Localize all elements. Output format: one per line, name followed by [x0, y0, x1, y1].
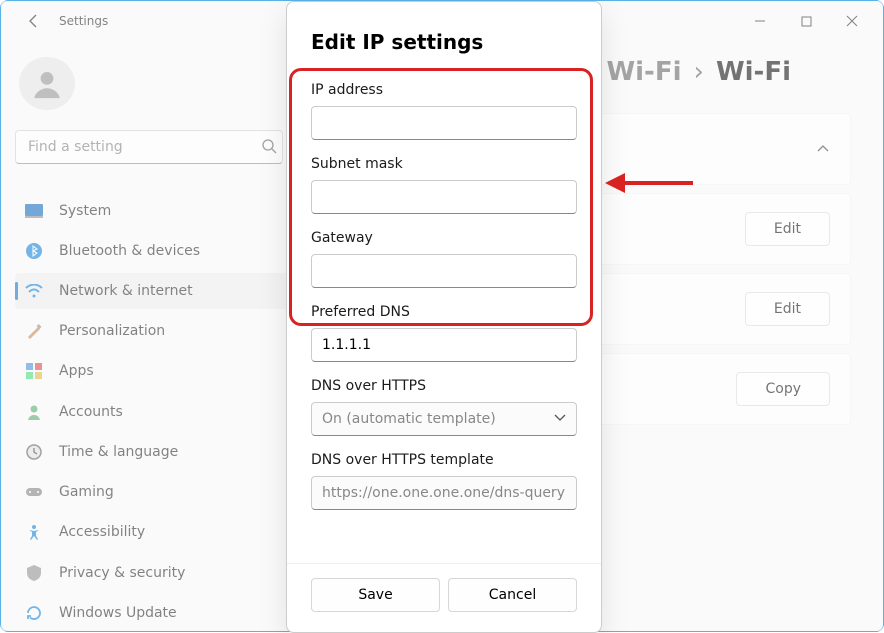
- sidebar-item-system[interactable]: System: [15, 192, 295, 228]
- preferred-dns-field: Preferred DNS: [311, 304, 577, 362]
- sidebar-item-label: Personalization: [59, 323, 165, 339]
- sidebar-item-apps[interactable]: Apps: [15, 353, 295, 389]
- sidebar-item-label: Gaming: [59, 484, 114, 500]
- sidebar-item-label: System: [59, 203, 111, 219]
- maximize-icon: [801, 16, 812, 27]
- save-button[interactable]: Save: [311, 578, 440, 612]
- close-icon: [846, 15, 858, 27]
- dialog-title: Edit IP settings: [287, 2, 601, 66]
- sidebar-item-accessibility[interactable]: Accessibility: [15, 514, 295, 550]
- edit-button[interactable]: Edit: [745, 212, 830, 246]
- gateway-field: Gateway: [311, 230, 577, 288]
- sidebar-item-label: Accessibility: [59, 524, 145, 540]
- sidebar-item-label: Apps: [59, 363, 94, 379]
- sidebar: System Bluetooth & devices Network & int…: [1, 41, 299, 631]
- settings-window: Settings System: [0, 0, 884, 632]
- dialog-footer: Save Cancel: [287, 563, 601, 632]
- avatar[interactable]: [19, 57, 75, 110]
- gaming-icon: [25, 483, 43, 501]
- search-icon: [261, 138, 277, 154]
- accounts-icon: [25, 403, 43, 421]
- doh-template-label: DNS over HTTPS template: [311, 452, 577, 468]
- subnet-mask-label: Subnet mask: [311, 156, 577, 172]
- sidebar-item-gaming[interactable]: Gaming: [15, 474, 295, 510]
- cancel-button[interactable]: Cancel: [448, 578, 577, 612]
- sidebar-item-update[interactable]: Windows Update: [15, 595, 295, 631]
- arrow-left-icon: [26, 13, 42, 29]
- time-icon: [25, 443, 43, 461]
- bluetooth-icon: [25, 242, 43, 260]
- chevron-right-icon: ›: [694, 57, 704, 87]
- close-button[interactable]: [829, 5, 875, 37]
- window-title: Settings: [59, 14, 108, 28]
- sidebar-item-label: Accounts: [59, 404, 123, 420]
- edit-ip-settings-dialog: Edit IP settings IP address Subnet mask …: [286, 1, 602, 633]
- sidebar-item-personalization[interactable]: Personalization: [15, 313, 295, 349]
- dns-over-https-select[interactable]: [311, 402, 577, 436]
- minimize-button[interactable]: [737, 5, 783, 37]
- accessibility-icon: [25, 523, 43, 541]
- copy-button[interactable]: Copy: [736, 372, 830, 406]
- chevron-up-icon: [816, 142, 830, 156]
- gateway-label: Gateway: [311, 230, 577, 246]
- sidebar-item-privacy[interactable]: Privacy & security: [15, 555, 295, 591]
- ip-address-input[interactable]: [311, 106, 577, 140]
- personalization-icon: [25, 322, 43, 340]
- subnet-mask-field: Subnet mask: [311, 156, 577, 214]
- apps-icon: [25, 362, 43, 380]
- subnet-mask-input[interactable]: [311, 180, 577, 214]
- sidebar-item-network[interactable]: Network & internet: [15, 273, 295, 309]
- search-wrap: [15, 130, 295, 164]
- preferred-dns-label: Preferred DNS: [311, 304, 577, 320]
- sidebar-item-label: Privacy & security: [59, 565, 185, 581]
- maximize-button[interactable]: [783, 5, 829, 37]
- edit-button[interactable]: Edit: [745, 292, 830, 326]
- back-button[interactable]: [19, 6, 49, 36]
- sidebar-item-label: Time & language: [59, 444, 178, 460]
- wifi-icon: [25, 282, 43, 300]
- minimize-icon: [754, 15, 766, 27]
- sidebar-item-time-language[interactable]: Time & language: [15, 434, 295, 470]
- sidebar-item-label: Network & internet: [59, 283, 193, 299]
- dns-over-https-label: DNS over HTTPS: [311, 378, 577, 394]
- ip-address-field: IP address: [311, 82, 577, 140]
- update-icon: [25, 604, 43, 622]
- search-input[interactable]: [15, 130, 283, 164]
- breadcrumb-current: Wi-Fi: [716, 57, 791, 87]
- sidebar-item-bluetooth[interactable]: Bluetooth & devices: [15, 233, 295, 269]
- system-icon: [25, 202, 43, 220]
- gateway-input[interactable]: [311, 254, 577, 288]
- preferred-dns-input[interactable]: [311, 328, 577, 362]
- sidebar-item-label: Bluetooth & devices: [59, 243, 200, 259]
- window-controls: [737, 5, 875, 37]
- sidebar-item-label: Windows Update: [59, 605, 177, 621]
- sidebar-item-accounts[interactable]: Accounts: [15, 394, 295, 430]
- ip-address-label: IP address: [311, 82, 577, 98]
- breadcrumb-parent[interactable]: Wi-Fi: [606, 57, 681, 87]
- doh-template-input[interactable]: [311, 476, 577, 510]
- shield-icon: [25, 564, 43, 582]
- user-icon: [30, 67, 64, 101]
- doh-template-field: DNS over HTTPS template: [311, 452, 577, 510]
- dns-over-https-field: DNS over HTTPS: [311, 378, 577, 436]
